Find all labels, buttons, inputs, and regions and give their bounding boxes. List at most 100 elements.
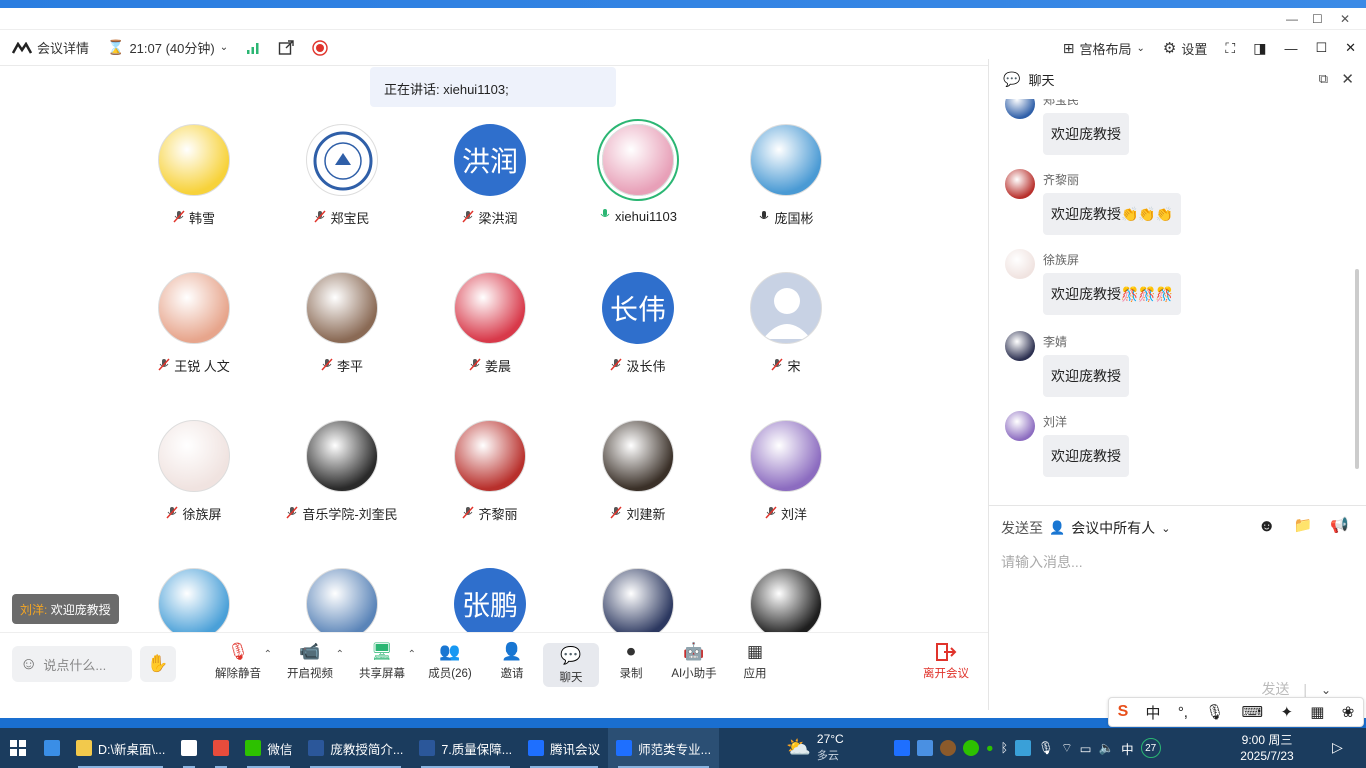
taskbar-app[interactable]: 腾讯会议 [520, 728, 608, 768]
meeting-timer[interactable]: ⌛ 21:07 (40分钟) ⌄ [107, 38, 228, 57]
participant-tile[interactable] [712, 568, 860, 632]
taskbar-app[interactable]: 庞教授简介... [300, 728, 411, 768]
taskbar-app[interactable]: 微信 [237, 728, 300, 768]
weather-widget[interactable]: ⛅ 27°C 多云 [786, 732, 844, 763]
participant-tile[interactable]: 音乐学院-刘奎民 [268, 420, 416, 523]
battery-icon[interactable]: ▭ [1080, 741, 1092, 756]
chevron-up-icon[interactable]: ⌃ [408, 649, 416, 660]
chat-message-list[interactable]: 郑宝民 欢迎庞教授 齐黎丽 欢迎庞教授👏👏👏 徐族屏 欢迎庞教授🎊🎊🎊 李婧 欢迎庞教授 刘洋欢… [989, 99, 1366, 505]
folder-icon[interactable]: 📁 [1294, 516, 1313, 536]
wechat-tray-icon[interactable]: ● [986, 741, 994, 755]
keyboard-icon[interactable]: ⌨ [1242, 703, 1264, 721]
taskbar-app[interactable] [173, 728, 205, 768]
pinned-app-icon[interactable] [36, 728, 68, 768]
toolbar-button-apps[interactable]: ▦ 应用 [725, 639, 785, 681]
participant-tile[interactable]: 刘建新 [564, 420, 712, 523]
skin-icon[interactable]: ✦ [1280, 703, 1293, 721]
participant-tile[interactable]: 韩雪 [120, 124, 268, 227]
tray-app-icon[interactable] [1015, 740, 1032, 756]
tray-meeting-icon[interactable] [894, 740, 910, 756]
start-button[interactable] [0, 728, 36, 768]
participant-tile[interactable]: 张鹏 [416, 568, 564, 632]
leave-meeting-button[interactable]: 离开会议 [918, 639, 974, 681]
megaphone-icon[interactable]: 📢 [1330, 516, 1349, 536]
layout-button[interactable]: ⊞ 宫格布局 ⌄ [1063, 39, 1145, 58]
toolbar-button-mic-muted[interactable]: 🎙 解除静音 ⌃ [208, 639, 272, 681]
participant-tile[interactable] [564, 568, 712, 632]
toolbar-button-video-off[interactable]: 📹 开启视频 ⌃ [280, 639, 344, 681]
participant-tile[interactable]: 庞国彬 [712, 124, 860, 227]
toolbar-button-record[interactable]: ⏺ 录制 [601, 639, 661, 681]
participant-tile[interactable]: 宋 [712, 272, 860, 375]
microphone-icon[interactable]: 🎙 [1205, 703, 1224, 721]
chat-bubble[interactable]: 欢迎庞教授👏👏👏 [1043, 193, 1182, 235]
participant-tile[interactable]: 王锐 人文 [120, 272, 268, 375]
popout-icon[interactable]: ⧉ [1319, 71, 1328, 87]
mascot-icon[interactable]: ❀ [1342, 703, 1355, 721]
minimize-icon[interactable]: — [1284, 41, 1297, 56]
chat-bubble[interactable]: 欢迎庞教授 [1043, 113, 1129, 155]
taskbar-app[interactable]: D:\新桌面\... [68, 728, 173, 768]
settings-button[interactable]: ⚙ 设置 [1163, 39, 1207, 58]
close-icon[interactable]: ✕ [1345, 40, 1356, 56]
chat-bubble[interactable]: 欢迎庞教授 [1043, 435, 1129, 477]
participant-tile[interactable]: 李平 [268, 272, 416, 375]
notification-badge[interactable]: 27 [1140, 738, 1161, 758]
chevron-down-icon[interactable]: ⌄ [1321, 683, 1331, 697]
chat-message-input[interactable] [1001, 550, 1351, 574]
show-desktop-icon[interactable]: ▷ [1332, 739, 1343, 756]
chevron-up-icon[interactable]: ⌃ [336, 649, 344, 660]
send-button[interactable]: 发送 | ⌄ [1262, 679, 1331, 699]
participant-tile[interactable]: 洪润 梁洪润 [416, 124, 564, 227]
taskbar-app[interactable]: 师范类专业... [608, 728, 720, 768]
bluetooth-icon[interactable]: ᛒ [1001, 741, 1009, 755]
outer-maximize-icon[interactable]: ☐ [1312, 12, 1323, 26]
participant-tile[interactable]: 徐族屏 [120, 420, 268, 523]
outer-close-icon[interactable]: ✕ [1340, 12, 1350, 26]
participant-tile[interactable] [120, 568, 268, 632]
participant-tile[interactable]: xiehui1103 [564, 124, 712, 224]
emoji-icon[interactable]: ☻ [1258, 516, 1276, 536]
clock[interactable]: 9:00 周三 2025/7/23 [1228, 732, 1306, 764]
share-link-icon[interactable] [278, 39, 294, 56]
volume-icon[interactable]: 🔈 [1099, 741, 1115, 756]
tray-app-icon[interactable] [963, 740, 979, 756]
chat-bubble[interactable]: 欢迎庞教授🎊🎊🎊 [1043, 273, 1182, 315]
tray-app-icon[interactable] [917, 740, 933, 756]
fullscreen-icon[interactable]: ⛶ [1225, 40, 1235, 57]
participant-tile[interactable]: 刘洋 [712, 420, 860, 523]
toolbar-button-chat[interactable]: 💬 聊天 [543, 643, 599, 687]
outer-minimize-icon[interactable]: — [1286, 12, 1298, 26]
sidebar-toggle-icon[interactable]: ◨ [1253, 40, 1266, 57]
tray-ime[interactable]: 中 [1121, 739, 1134, 758]
close-chat-icon[interactable]: ✕ [1341, 70, 1354, 88]
chat-bubble[interactable]: 欢迎庞教授 [1043, 355, 1129, 397]
participant-tile[interactable]: 齐黎丽 [416, 420, 564, 523]
participant-tile[interactable]: 姜晨 [416, 272, 564, 375]
floating-chat-message[interactable]: 刘洋: 欢迎庞教授 [12, 594, 119, 624]
tray-app-icon[interactable] [940, 740, 956, 756]
sogou-logo-icon[interactable]: S [1118, 703, 1129, 721]
toolbox-icon[interactable]: ▦ [1310, 703, 1324, 721]
signal-icon[interactable] [246, 42, 260, 54]
quick-say-input[interactable]: ☺ 说点什么... [12, 646, 132, 682]
send-to-selector[interactable]: 发送至 👤 会议中所有人 ⌄ [1001, 518, 1170, 538]
maximize-icon[interactable]: ☐ [1315, 40, 1327, 56]
toolbar-button-members[interactable]: 👥 成员(26) [420, 639, 480, 681]
chevron-up-icon[interactable]: ⌃ [264, 649, 272, 660]
punctuation-icon[interactable]: °, [1178, 704, 1188, 721]
wifi-icon[interactable]: ⌔ [1061, 740, 1073, 756]
participant-tile[interactable]: 长伟 汲长伟 [564, 272, 712, 375]
participant-tile[interactable]: 郑宝民 [268, 124, 416, 227]
taskbar-app[interactable]: 7.质量保障... [411, 728, 520, 768]
toolbar-button-share-screen[interactable]: 🖥 共享屏幕 ⌃ [352, 639, 416, 681]
toolbar-button-ai-assistant[interactable]: 🤖 AI小助手 [664, 639, 724, 681]
meeting-details-button[interactable]: 会议详情 [12, 38, 89, 57]
ime-mode[interactable]: 中 [1146, 702, 1161, 723]
toolbar-button-invite[interactable]: 👤 邀请 [482, 639, 542, 681]
microphone-tray-icon[interactable]: 🎙 [1038, 741, 1054, 756]
participant-tile[interactable] [268, 568, 416, 632]
recording-indicator-icon[interactable] [312, 39, 328, 56]
chat-scrollbar[interactable] [1355, 269, 1359, 469]
raise-hand-button[interactable]: ✋ [140, 646, 176, 682]
